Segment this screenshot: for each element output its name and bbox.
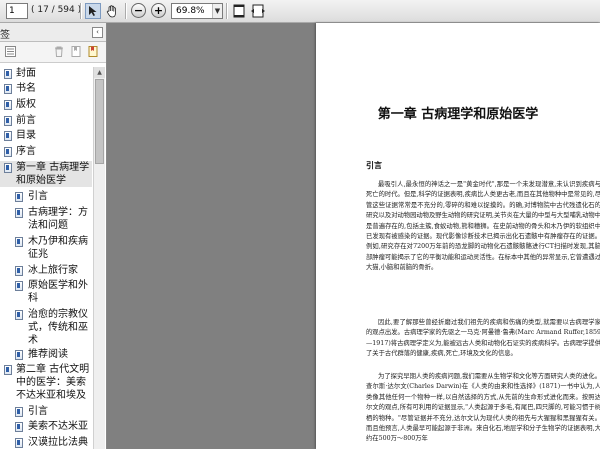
bookmark-item[interactable]: −第一章 古病理学和原始医学 — [0, 161, 92, 187]
options-menu-icon[interactable] — [4, 46, 16, 58]
bookmark-item[interactable]: 目录 — [0, 129, 92, 142]
bookmark-item[interactable]: 版权 — [0, 98, 92, 111]
bookmark-item[interactable]: 原始医学和外科 — [0, 279, 92, 305]
bookmark-icon — [4, 116, 12, 126]
bookmark-icon — [15, 192, 23, 202]
bookmark-icon — [15, 438, 23, 448]
delete-bookmark-icon[interactable] — [53, 46, 65, 58]
bookmark-icon — [4, 100, 12, 110]
hand-icon[interactable] — [104, 3, 120, 19]
bookmark-item[interactable]: 美索不达米亚 — [0, 420, 92, 433]
bookmark-item[interactable]: 冰上旅行家 — [0, 264, 92, 277]
bookmark-label: 序言 — [16, 146, 36, 157]
bookmark-item[interactable]: 汉谟拉比法典 — [0, 436, 92, 449]
bookmark-icon — [15, 266, 23, 276]
bookmark-label: 冰上旅行家 — [28, 265, 78, 276]
expand-bookmark-icon[interactable] — [87, 46, 99, 58]
panel-title: 签 — [0, 30, 10, 41]
bookmark-item[interactable]: 书名 — [0, 82, 92, 95]
bookmarks-panel-header: 签 ‹ — [0, 23, 106, 42]
scrollbar-thumb[interactable] — [95, 79, 104, 164]
bookmark-item[interactable]: 木乃伊和疾病征兆 — [0, 235, 92, 261]
bookmark-label: 引言 — [28, 191, 48, 202]
bookmark-item[interactable]: 封面 — [0, 67, 92, 80]
bookmark-label: 治愈的宗教仪式，传统和巫术 — [28, 309, 88, 346]
fit-width-icon[interactable] — [250, 3, 266, 19]
bookmark-label: 第二章 古代文明中的医学：美索不达米亚和埃及 — [16, 364, 90, 401]
chapter-title: 第一章 古病理学和原始医学 — [377, 107, 539, 122]
bookmark-label: 书名 — [16, 83, 36, 94]
bookmark-label: 汉谟拉比法典 — [28, 437, 88, 448]
toolbar: 1 ( 17 / 594 ) − + 69.8% ▼ — [0, 0, 600, 23]
zoom-out-icon[interactable]: − — [131, 3, 146, 18]
bookmark-icon — [4, 84, 12, 94]
bookmark-label: 原始医学和外科 — [28, 280, 88, 304]
bookmark-icon — [15, 422, 23, 432]
bookmark-label: 封面 — [16, 68, 36, 79]
bookmark-icon — [15, 310, 23, 320]
bookmark-label: 版权 — [16, 99, 36, 110]
bookmark-label: 引言 — [28, 406, 48, 417]
bookmark-label: 前言 — [16, 115, 36, 126]
bookmark-label: 目录 — [16, 130, 36, 141]
bookmark-label: 古病理学：方法和问题 — [28, 207, 88, 231]
bookmark-icon — [4, 163, 12, 173]
section-title: 引言 — [366, 160, 382, 170]
bookmark-label: 第一章 古病理学和原始医学 — [16, 162, 90, 186]
bookmark-icon — [15, 208, 23, 218]
bookmark-icon — [4, 131, 12, 141]
page-count-label: ( 17 / 594 ) — [31, 5, 82, 15]
bookmark-item[interactable]: 古病理学：方法和问题 — [0, 206, 92, 232]
bookmark-item[interactable]: 前言 — [0, 114, 92, 127]
bookmark-label: 美索不达米亚 — [28, 421, 88, 432]
select-arrow-icon[interactable] — [85, 3, 101, 19]
document-viewport[interactable]: 第一章 古病理学和原始医学 引言 最吸引人,最永恒的神话之一是"黄金时代",那是… — [107, 23, 600, 449]
body-paragraph: 因此,要了解那些曾经折磨过我们祖先的疾病和伤痛的类型,就需要以古病理学家的观点出… — [366, 319, 600, 358]
fit-page-icon[interactable] — [231, 3, 247, 19]
bookmark-icon — [15, 281, 23, 291]
bookmark-icon — [4, 147, 12, 157]
bookmark-label: 推荐阅读 — [28, 349, 68, 360]
bookmark-icon — [4, 69, 12, 79]
body-paragraph: 最吸引人,最永恒的神话之一是"黄金时代",那是一个未发现潜意,未认识到疾病与死亡… — [366, 181, 600, 272]
toolbar-separator — [226, 3, 228, 19]
new-bookmark-icon[interactable] — [70, 46, 82, 58]
bookmark-item[interactable]: 引言 — [0, 190, 92, 203]
chevron-down-icon[interactable]: ▼ — [212, 4, 222, 18]
bookmark-item[interactable]: 推荐阅读 — [0, 348, 92, 361]
toolbar-separator — [125, 3, 127, 19]
bookmark-icon — [15, 350, 23, 360]
bookmark-scrollbar[interactable]: ▲ — [93, 67, 105, 449]
bookmark-item[interactable]: 治愈的宗教仪式，传统和巫术 — [0, 308, 92, 346]
bookmark-icon — [4, 365, 12, 375]
bookmarks-panel: 签 ‹ 封面书名版权前言目录序言−第一章 古病理学和原始医学引言古病理学：方法和… — [0, 23, 107, 449]
bookmark-item[interactable]: 引言 — [0, 405, 92, 418]
bookmarks-toolbar — [0, 42, 106, 63]
bookmark-item[interactable]: 序言 — [0, 145, 92, 158]
bookmark-icon — [15, 237, 23, 247]
body-paragraph: 为了探究早期人类的疾病问题,我们需要从生物学和文化等方面研究人类的进化。查尔斯·… — [366, 373, 600, 443]
pdf-page: 第一章 古病理学和原始医学 引言 最吸引人,最永恒的神话之一是"黄金时代",那是… — [316, 23, 600, 449]
page-number-input[interactable]: 1 — [6, 3, 28, 19]
scroll-up-arrow-icon[interactable]: ▲ — [94, 67, 105, 78]
collapse-panel-icon[interactable]: ‹ — [92, 27, 103, 38]
zoom-in-icon[interactable]: + — [151, 3, 166, 18]
toolbar-separator — [80, 3, 82, 19]
bookmark-label: 木乃伊和疾病征兆 — [28, 236, 88, 260]
bookmark-icon — [15, 407, 23, 417]
